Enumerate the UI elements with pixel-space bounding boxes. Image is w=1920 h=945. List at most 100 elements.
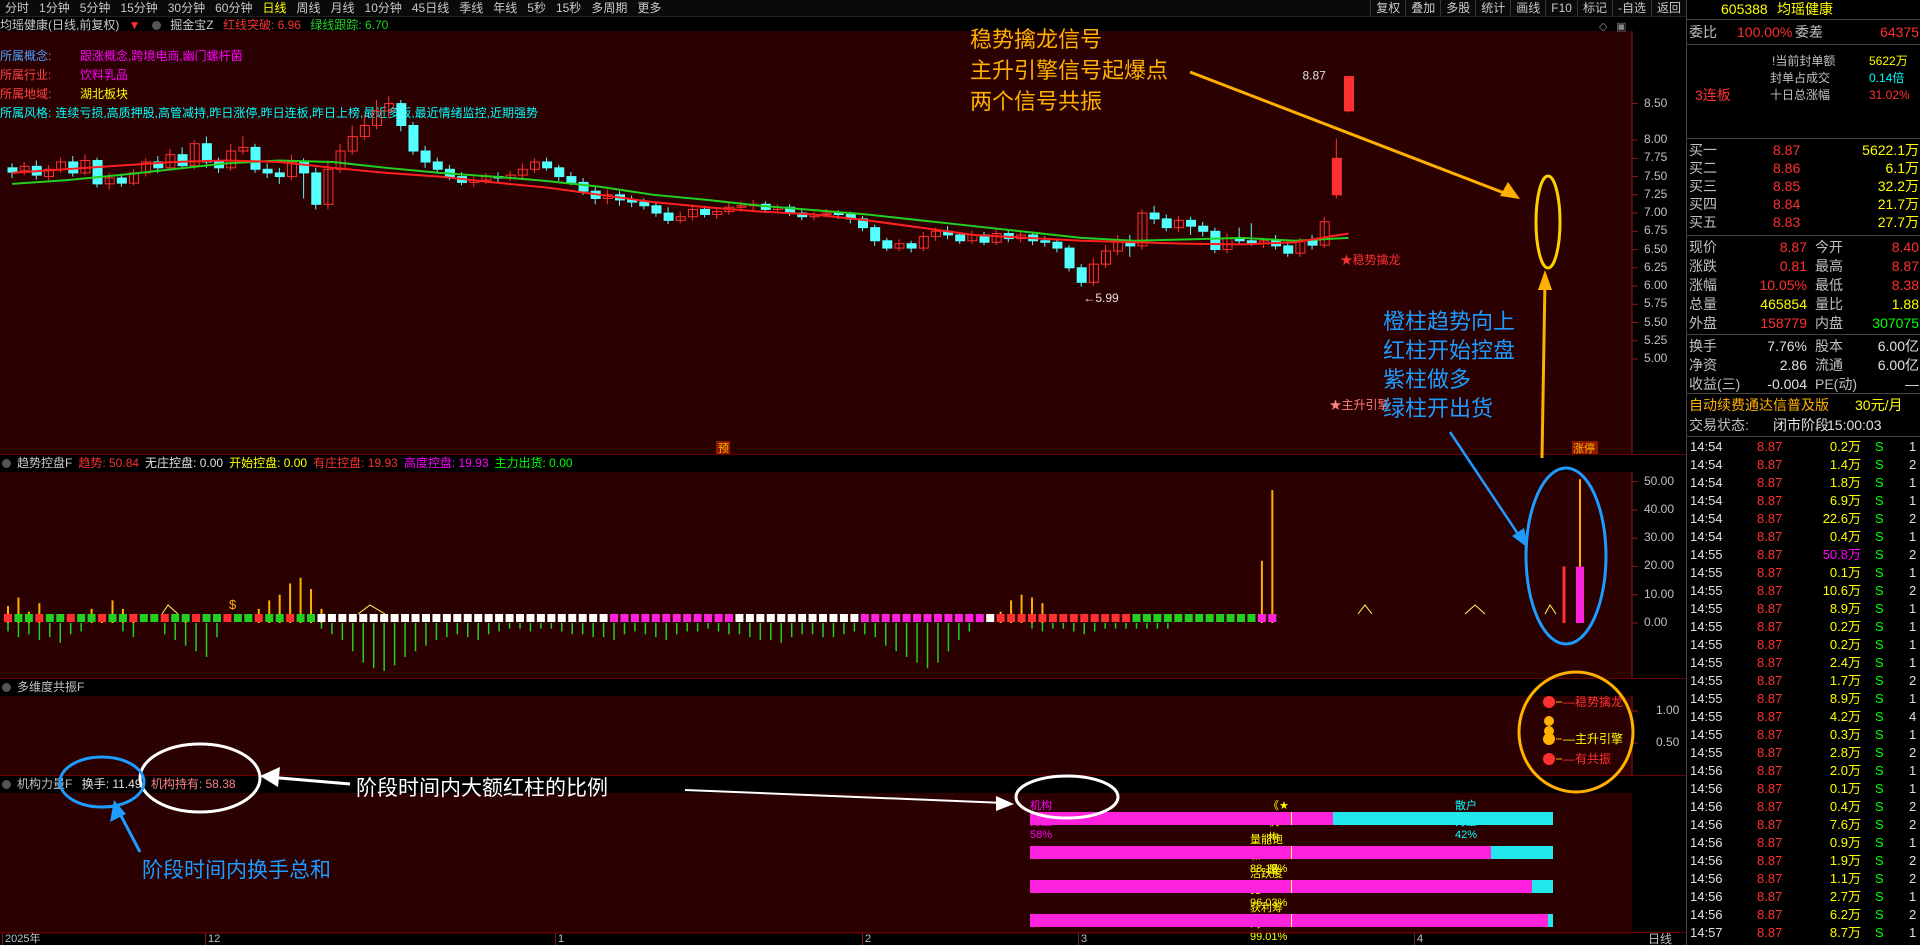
tick-time: 14:55 [1690, 727, 1723, 742]
tick-time: 14:55 [1690, 637, 1723, 652]
quote-row: 收益(三) -0.004 PE(动) — [1687, 375, 1920, 394]
consecutive-limit-up: 3连板 [1695, 87, 1731, 103]
tick-volume: 2.8万 [1829, 745, 1861, 760]
stat-value: 8.87 [1779, 239, 1807, 255]
tick-count: 2 [1909, 583, 1917, 598]
tick-row: 14:54 8.87 0.2万 S 1 [1687, 438, 1920, 456]
tick-count: 2 [1909, 457, 1917, 472]
weicha-value: 64375 [1880, 24, 1919, 40]
tick-price: 8.87 [1757, 673, 1783, 688]
tick-side: S [1875, 853, 1884, 868]
tick-side: S [1875, 925, 1884, 940]
tick-time: 14:56 [1690, 907, 1723, 922]
stat-label: 外盘 [1689, 315, 1717, 331]
bid-volume: 32.2万 [1877, 178, 1919, 194]
tick-time: 14:55 [1690, 745, 1723, 760]
tick-volume: 4.2万 [1829, 709, 1861, 724]
tick-row: 14:55 8.87 4.2万 S 4 [1687, 708, 1920, 726]
tick-row: 14:56 8.87 6.2万 S 2 [1687, 906, 1920, 924]
fin-value: -0.004 [1767, 376, 1807, 392]
tick-time: 14:54 [1690, 439, 1723, 454]
tick-time: 14:55 [1690, 691, 1723, 706]
tick-time: 14:55 [1690, 709, 1723, 724]
quote-row[interactable]: 自动续费通达信普及版 30元/月 [1687, 396, 1920, 415]
tick-price: 8.87 [1757, 619, 1783, 634]
tick-price: 8.87 [1757, 475, 1783, 490]
stat-value: 10.05% [1759, 277, 1807, 293]
tick-volume: 2.4万 [1829, 655, 1861, 670]
stat-value: 8.87 [1891, 258, 1919, 274]
tick-price: 8.87 [1757, 601, 1783, 616]
bid-price: 8.86 [1773, 160, 1801, 176]
annotation-overlay [58, 70, 1635, 853]
tick-side: S [1875, 655, 1884, 670]
tick-time: 14:55 [1690, 655, 1723, 670]
quote-row[interactable]: 买一 8.87 5622.1万 [1687, 141, 1920, 159]
tick-side: S [1875, 619, 1884, 634]
stat-value: 0.81 [1779, 258, 1807, 274]
quote-row: 交易状态: 闭市阶段 15:00:03 [1687, 416, 1920, 435]
tick-row: 14:54 8.87 0.4万 S 1 [1687, 528, 1920, 546]
weibi-value: 100.00% [1737, 24, 1793, 40]
bid-price: 8.85 [1773, 178, 1801, 194]
bid-volume: 27.7万 [1877, 214, 1919, 230]
tick-side: S [1875, 493, 1884, 508]
tick-price: 8.87 [1757, 871, 1783, 886]
fin-label: 换手 [1689, 338, 1717, 354]
quote-row[interactable]: 买三 8.85 32.2万 [1687, 177, 1920, 195]
tick-volume: 1.9万 [1829, 853, 1861, 868]
tick-volume: 22.6万 [1822, 511, 1861, 526]
tick-time: 14:54 [1690, 475, 1723, 490]
tick-side: S [1875, 529, 1884, 544]
quote-row[interactable]: 买四 8.84 21.7万 [1687, 195, 1920, 213]
tick-row: 14:56 8.87 1.1万 S 2 [1687, 870, 1920, 888]
tick-time: 14:55 [1690, 583, 1723, 598]
quote-row: 外盘 158779 内盘 307075 [1687, 314, 1920, 333]
column-ellipse [1524, 466, 1608, 646]
tick-count: 1 [1909, 925, 1917, 940]
quote-row[interactable]: 买五 8.83 27.7万 [1687, 213, 1920, 231]
weicha-label: 委差 [1795, 24, 1823, 40]
tick-row: 14:56 8.87 2.0万 S 1 [1687, 762, 1920, 780]
column-annotation: 橙柱趋势向上 [1383, 309, 1516, 334]
tick-volume: 8.7万 [1829, 925, 1861, 940]
trade-status-label: 交易状态: [1689, 417, 1749, 433]
sep-line [1687, 19, 1920, 20]
tick-count: 1 [1909, 889, 1917, 904]
fin-label: 净资 [1689, 357, 1717, 373]
tick-count: 1 [1909, 835, 1917, 850]
fin-value: 2.86 [1779, 357, 1807, 373]
tick-count: 1 [1909, 781, 1917, 796]
tick-side: S [1875, 511, 1884, 526]
quote-row: 总量 465854 量比 1.88 [1687, 295, 1920, 314]
quote-row[interactable]: 买二 8.86 6.1万 [1687, 159, 1920, 177]
tick-time: 14:54 [1690, 493, 1723, 508]
tick-count: 1 [1909, 619, 1917, 634]
bid-label: 买三 [1689, 178, 1717, 194]
vertical-arrow [1540, 279, 1547, 459]
stat-value: 465854 [1760, 296, 1807, 312]
signal-arrow [1189, 70, 1513, 198]
tick-side: S [1875, 547, 1884, 562]
seal-amount-label: !当前封单额 [1772, 54, 1836, 68]
quote-row: 换手 7.76% 股本 6.00亿 [1687, 337, 1920, 356]
fin-value: 6.00亿 [1877, 338, 1919, 354]
quote-row: 现价 8.87 今开 8.40 [1687, 238, 1920, 257]
bid-volume: 21.7万 [1877, 196, 1919, 212]
tick-side: S [1875, 727, 1884, 742]
tick-price: 8.87 [1757, 853, 1783, 868]
tick-count: 1 [1909, 475, 1917, 490]
tick-count: 2 [1909, 745, 1917, 760]
tick-price: 8.87 [1757, 925, 1783, 940]
quote-row: 净资 2.86 流通 6.00亿 [1687, 356, 1920, 375]
tick-time: 14:55 [1690, 547, 1723, 562]
stat-label: 总量 [1689, 296, 1717, 312]
tick-side: S [1875, 871, 1884, 886]
stat-value: 8.40 [1891, 239, 1919, 255]
tick-price: 8.87 [1757, 439, 1783, 454]
tick-count: 1 [1909, 727, 1917, 742]
tick-volume: 6.2万 [1829, 907, 1861, 922]
stat-value: 307075 [1872, 315, 1919, 331]
tick-price: 8.87 [1757, 493, 1783, 508]
tick-volume: 0.1万 [1829, 781, 1861, 796]
